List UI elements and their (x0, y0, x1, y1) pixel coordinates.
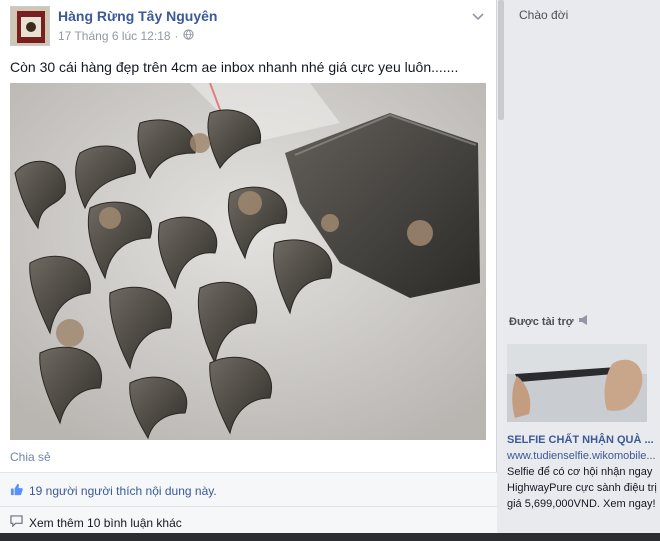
likes-text[interactable]: 19 người người thích nội dung này. (29, 484, 217, 498)
comment-icon (10, 515, 23, 530)
ad-image[interactable] (507, 344, 647, 422)
scrollbar[interactable] (498, 0, 504, 120)
post-meta: 17 Tháng 6 lúc 12:18 · (58, 29, 194, 43)
more-comments[interactable]: Xem thêm 10 bình luận khác (10, 515, 182, 530)
post-footer: 19 người người thích nội dung này. Xem t… (0, 472, 497, 541)
post-photo[interactable] (10, 83, 486, 440)
sponsored-label: Được tài trợ (509, 315, 574, 328)
ad-description: Selfie để có cơ hội nhận ngay HighwayPur… (507, 466, 657, 510)
ad-title[interactable]: SELFIE CHẤT NHẬN QUÀ ... (507, 434, 654, 446)
more-comments-text[interactable]: Xem thêm 10 bình luận khác (29, 516, 182, 530)
news-feed-post: Hàng Rừng Tây Nguyên 17 Tháng 6 lúc 12:1… (0, 0, 497, 541)
chevron-down-icon[interactable] (472, 10, 484, 24)
author-name[interactable]: Hàng Rừng Tây Nguyên (58, 8, 217, 24)
bottom-bar (0, 533, 660, 541)
sidebar-greeting[interactable]: Chào đời (519, 8, 568, 22)
divider (0, 506, 497, 507)
right-column: Chào đời Được tài trợ SELFIE CHẤT NHẬN Q… (497, 0, 660, 541)
likes-summary[interactable]: 19 người người thích nội dung này. (10, 483, 217, 499)
ad-url[interactable]: www.tudienselfie.wikomobile... (507, 450, 656, 462)
post-header: Hàng Rừng Tây Nguyên 17 Tháng 6 lúc 12:1… (10, 6, 490, 46)
author-avatar[interactable] (10, 6, 50, 46)
globe-icon[interactable] (182, 29, 194, 43)
post-timestamp[interactable]: 17 Tháng 6 lúc 12:18 (58, 29, 171, 43)
megaphone-icon (578, 315, 590, 328)
post-status-text: Còn 30 cái hàng đẹp trên 4cm ae inbox nh… (10, 59, 459, 75)
thumbs-up-icon (10, 483, 23, 499)
sponsored-header: Được tài trợ (509, 315, 590, 328)
share-link[interactable]: Chia sẻ (10, 450, 51, 464)
